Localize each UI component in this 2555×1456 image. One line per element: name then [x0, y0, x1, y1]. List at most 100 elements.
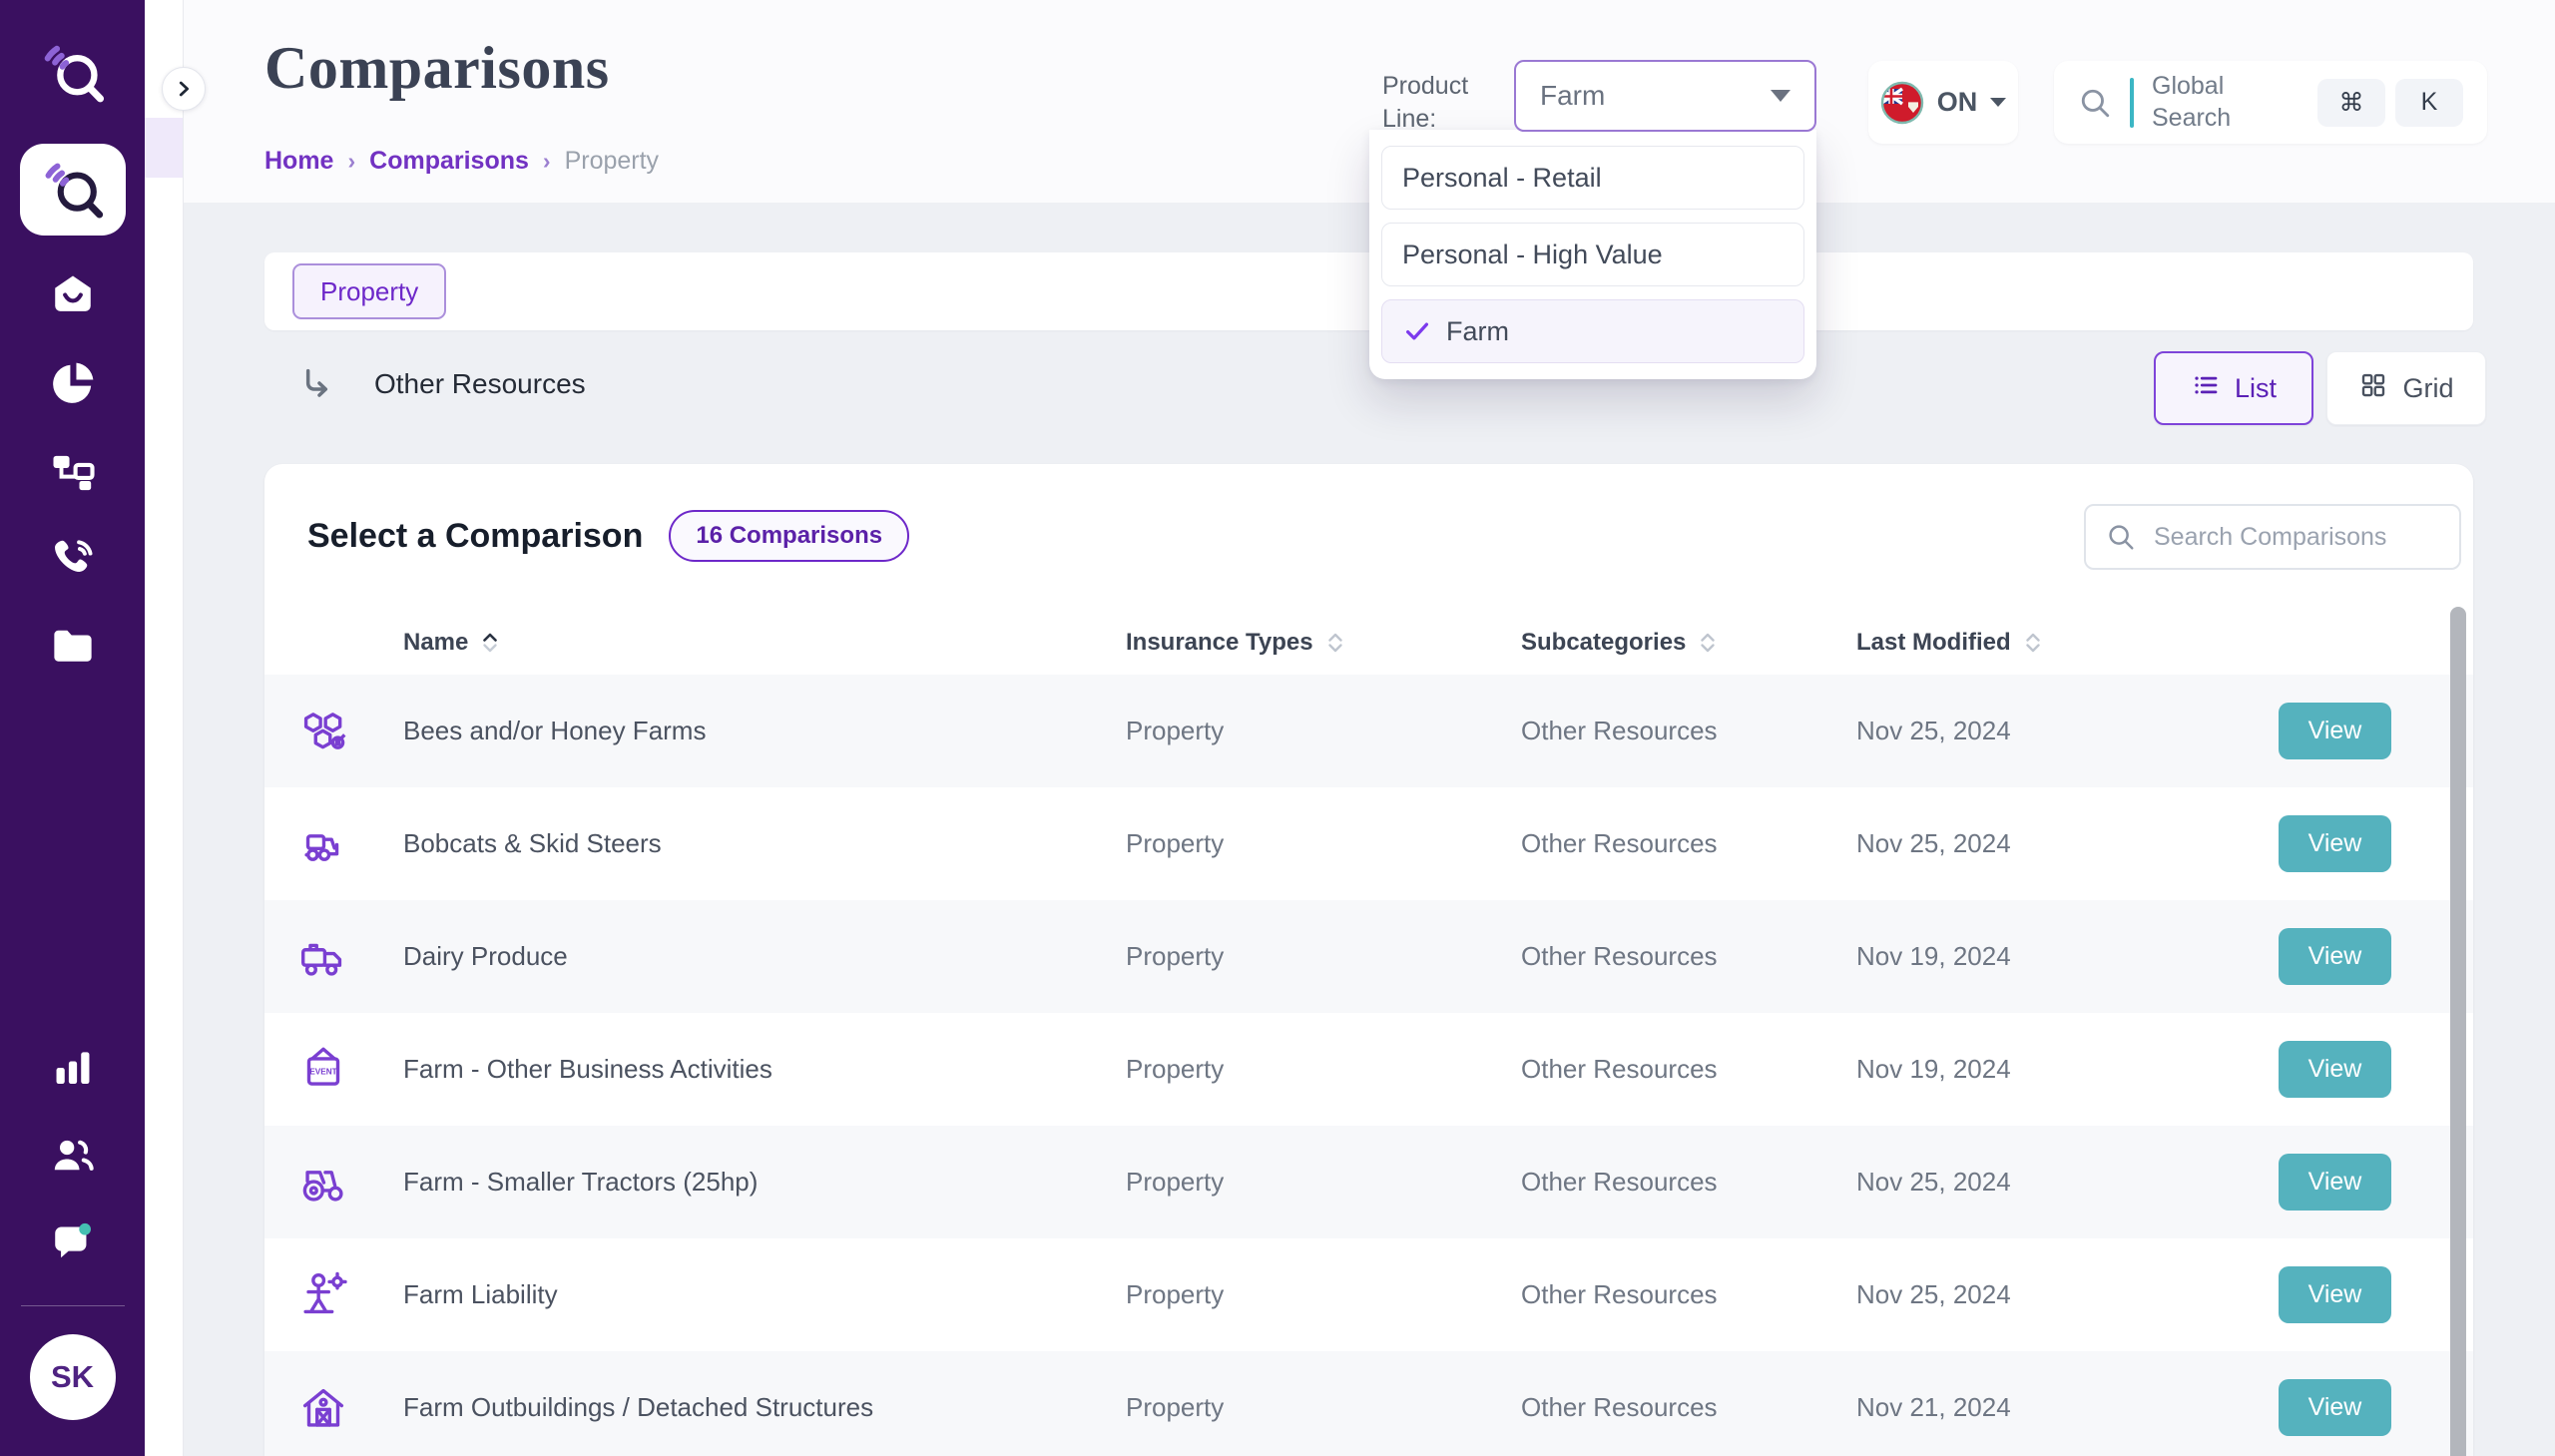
sort-icon: [2021, 631, 2045, 655]
text-cursor: [2130, 78, 2134, 128]
bar-chart-icon: [47, 1042, 99, 1094]
column-header-insurance-types[interactable]: Insurance Types: [1126, 629, 1521, 657]
breadcrumb-comparisons[interactable]: Comparisons: [369, 147, 529, 176]
comparison-name: Bobcats & Skid Steers: [403, 828, 1126, 859]
view-button[interactable]: View: [2279, 1154, 2391, 1211]
sidebar-item-people[interactable]: [38, 1128, 108, 1184]
product-line-option[interactable]: Personal - High Value: [1381, 223, 1804, 286]
page-title: Comparisons: [264, 34, 610, 103]
insurance-type-cell: Property: [1126, 1392, 1521, 1423]
subcategory-cell: Other Resources: [1521, 1167, 1856, 1198]
grid-icon: [2358, 370, 2388, 407]
view-button[interactable]: View: [2279, 1266, 2391, 1323]
table-row: Bees and/or Honey Farms Property Other R…: [264, 675, 2473, 787]
comparison-name: Bees and/or Honey Farms: [403, 716, 1126, 746]
region-selector[interactable]: ON: [1868, 61, 2018, 144]
insurance-type-cell: Property: [1126, 716, 1521, 746]
tab-property[interactable]: Property: [292, 263, 446, 319]
folder-icon: [47, 621, 99, 673]
comparison-name: Farm Outbuildings / Detached Structures: [403, 1392, 1126, 1423]
avatar[interactable]: SK: [30, 1334, 116, 1420]
subcategory-cell: Other Resources: [1521, 1392, 1856, 1423]
column-header-subcategories[interactable]: Subcategories: [1521, 629, 1856, 657]
view-button[interactable]: View: [2279, 815, 2391, 872]
sort-icon: [1323, 631, 1347, 655]
sidebar-item-chat[interactable]: [38, 1215, 108, 1271]
region-code: ON: [1937, 87, 1978, 118]
table-body: Bees and/or Honey Farms Property Other R…: [264, 675, 2473, 1456]
product-line-label: Product Line:: [1382, 70, 1517, 136]
insurance-type-cell: Property: [1126, 941, 1521, 972]
insurance-type-cell: Property: [1126, 828, 1521, 859]
search-icon: [2106, 522, 2136, 552]
sort-icon: [1696, 631, 1720, 655]
search-icon: [2078, 86, 2112, 120]
table-header: Name Insurance Types Subcategories Last …: [264, 611, 2473, 675]
table-row: Farm Outbuildings / Detached Structures …: [264, 1351, 2473, 1456]
caret-down-icon: [1990, 98, 2006, 107]
insurance-type-cell: Property: [1126, 1054, 1521, 1085]
view-button[interactable]: View: [2279, 703, 2391, 759]
subcategory-cell: Other Resources: [1521, 941, 1856, 972]
panel-title-text: Select a Comparison: [307, 517, 643, 556]
search-comparisons-input[interactable]: [2152, 522, 2439, 553]
chat-icon: [47, 1217, 99, 1269]
breadcrumb-separator: ›: [543, 148, 551, 175]
view-button[interactable]: View: [2279, 928, 2391, 985]
comparison-name: Farm Liability: [403, 1279, 1126, 1310]
svg-text:EVENT: EVENT: [309, 1067, 336, 1076]
count-badge[interactable]: 16 Comparisons: [669, 510, 909, 562]
view-button[interactable]: View: [2279, 1041, 2391, 1098]
sidebar-item-home[interactable]: [38, 267, 108, 323]
vertical-scrollbar[interactable]: [2450, 607, 2466, 1456]
sidebar-item-pie-chart[interactable]: [38, 355, 108, 411]
breadcrumb-home[interactable]: Home: [264, 147, 333, 176]
comparison-search: [2084, 504, 2461, 570]
sidebar-item-phone[interactable]: [38, 531, 108, 587]
scarecrow-icon: [294, 1266, 352, 1324]
rail-active-highlight: [145, 118, 183, 178]
sidebar-item-folder[interactable]: [38, 619, 108, 675]
search-signal-icon: [40, 40, 106, 106]
product-line-option[interactable]: Farm: [1381, 299, 1804, 363]
shortcut-keys: ⌘ K: [2317, 79, 2463, 127]
column-header-last-modified[interactable]: Last Modified: [1856, 629, 2249, 657]
product-line-option[interactable]: Personal - Retail: [1381, 146, 1804, 210]
view-toggle: List Grid: [2154, 351, 2486, 425]
sidebar-item-search-signal[interactable]: [20, 144, 126, 236]
breadcrumb-separator: ›: [347, 148, 355, 175]
column-header-name[interactable]: Name: [403, 629, 1126, 657]
tractor-icon: [294, 1154, 352, 1212]
sidebar-item-sitemap[interactable]: [38, 443, 108, 499]
global-search[interactable]: Global Search ⌘ K: [2054, 61, 2487, 144]
view-button[interactable]: View: [2279, 1379, 2391, 1436]
list-view-button[interactable]: List: [2154, 351, 2313, 425]
home-icon: [47, 269, 99, 321]
product-line-select[interactable]: Farm: [1514, 60, 1816, 132]
comparison-name: Farm - Smaller Tractors (25hp): [403, 1167, 1126, 1198]
comparison-name: Dairy Produce: [403, 941, 1126, 972]
k-key: K: [2395, 79, 2463, 127]
table-row: Dairy Produce Property Other Resources N…: [264, 900, 2473, 1013]
sidebar-item-bar-chart[interactable]: [38, 1040, 108, 1096]
skid-steer-icon: [294, 815, 352, 873]
last-modified-cell: Nov 19, 2024: [1856, 1054, 2249, 1085]
last-modified-cell: Nov 21, 2024: [1856, 1392, 2249, 1423]
grid-view-button[interactable]: Grid: [2326, 351, 2486, 425]
table-row: Farm - Smaller Tractors (25hp) Property …: [264, 1126, 2473, 1238]
command-key: ⌘: [2317, 79, 2385, 127]
barn-icon: [294, 1379, 352, 1437]
product-line-dropdown: Personal - Retail Personal - High Value …: [1369, 130, 1816, 379]
caret-down-icon: [1771, 90, 1790, 102]
last-modified-cell: Nov 25, 2024: [1856, 1279, 2249, 1310]
expand-sidebar-button[interactable]: [162, 67, 206, 111]
people-icon: [47, 1130, 99, 1182]
sort-asc-icon: [478, 631, 502, 655]
subcategory-cell: Other Resources: [1521, 1279, 1856, 1310]
breadcrumb: Home › Comparisons › Property: [264, 147, 659, 176]
global-search-placeholder: Global Search: [2152, 71, 2277, 134]
ontario-flag-icon: [1880, 81, 1924, 125]
comparisons-panel: Select a Comparison 16 Comparisons Name …: [264, 464, 2473, 1456]
subcategory-cell: Other Resources: [1521, 1054, 1856, 1085]
table-row: Bobcats & Skid Steers Property Other Res…: [264, 787, 2473, 900]
